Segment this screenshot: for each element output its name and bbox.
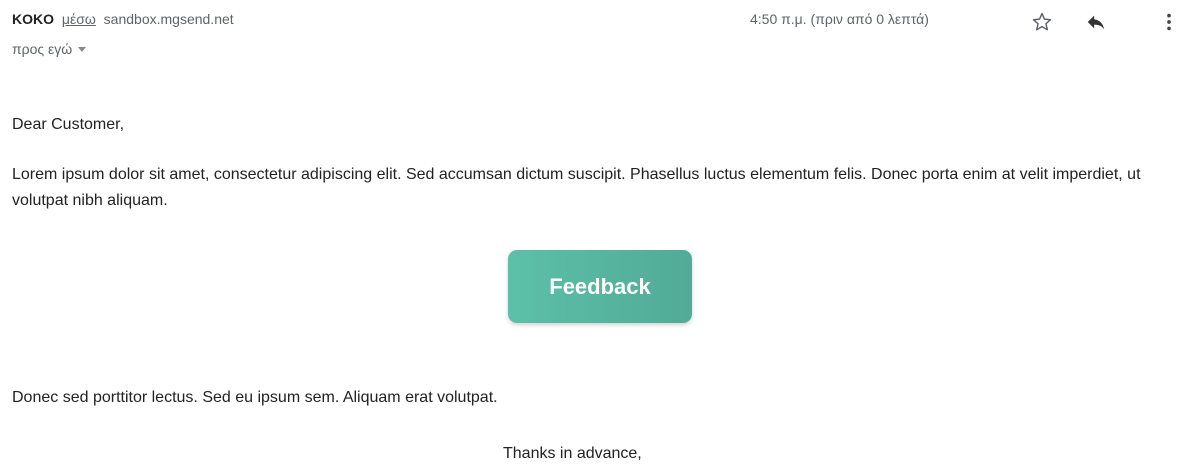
email-closing: Thanks in advance, bbox=[503, 445, 642, 462]
email-greeting: Dear Customer, bbox=[12, 116, 125, 133]
star-icon[interactable] bbox=[1030, 10, 1054, 34]
recipient-line: προς εγώ bbox=[12, 41, 87, 57]
email-header: KOKO μέσω sandbox.mgsend.net 4:50 π.μ. (… bbox=[12, 10, 1184, 34]
email-paragraph-1: Lorem ipsum dolor sit amet, consectetur … bbox=[12, 166, 1141, 209]
via-link[interactable]: μέσω bbox=[62, 11, 96, 27]
sender-name[interactable]: KOKO bbox=[12, 11, 54, 27]
sender-line: KOKO μέσω sandbox.mgsend.net bbox=[12, 10, 234, 28]
sender-domain: sandbox.mgsend.net bbox=[103, 11, 234, 27]
more-vertical-icon[interactable] bbox=[1157, 10, 1181, 34]
timestamp: 4:50 π.μ. (πριν από 0 λεπτά) bbox=[750, 11, 929, 27]
caret-down-icon[interactable] bbox=[78, 46, 87, 52]
recipient-label: προς εγώ bbox=[12, 41, 73, 57]
reply-icon[interactable] bbox=[1084, 10, 1108, 34]
feedback-button[interactable]: Feedback bbox=[508, 250, 692, 323]
email-paragraph-2: Donec sed porttitor lectus. Sed eu ipsum… bbox=[12, 389, 498, 406]
